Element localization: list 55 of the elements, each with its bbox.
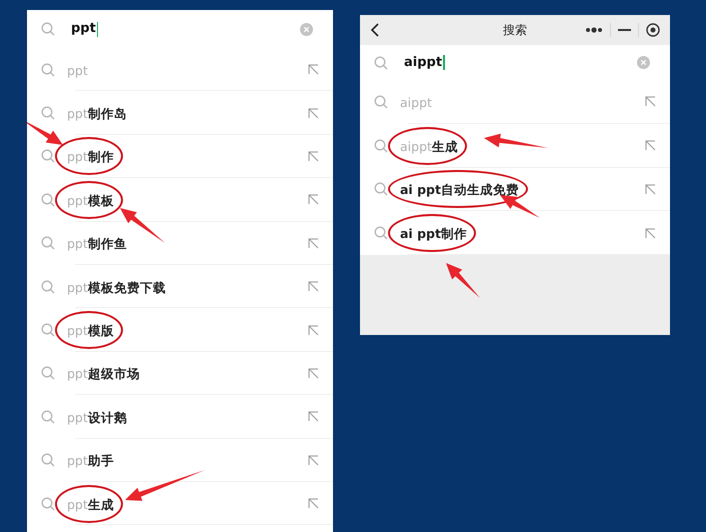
text-cursor (96, 22, 98, 36)
search-icon (374, 94, 388, 109)
search-icon (41, 236, 55, 250)
search-icon (41, 410, 55, 424)
search-field[interactable]: ppt (71, 19, 96, 39)
suggestion-text[interactable]: ppt制作 (67, 149, 114, 164)
search-icon (41, 280, 55, 294)
search-icon (41, 62, 55, 77)
clear-icon[interactable] (637, 56, 650, 69)
suggestion-text[interactable]: ppt模板 (67, 192, 114, 208)
search-field[interactable]: aippt (404, 52, 442, 72)
suggestion-text[interactable]: ppt设计鹅 (67, 410, 127, 425)
suggestion-text[interactable]: ppt制作鱼 (67, 236, 127, 252)
search-icon (41, 323, 55, 338)
search-icon (41, 496, 55, 511)
suggestion-text[interactable]: ai ppt制作 (400, 226, 467, 242)
search-icon (41, 192, 55, 207)
fill-in-icon[interactable] (308, 64, 319, 76)
fill-in-icon[interactable] (645, 184, 656, 195)
more-icon[interactable] (585, 27, 603, 33)
search-icon (374, 182, 388, 196)
fill-in-icon[interactable] (308, 150, 319, 162)
fill-in-icon[interactable] (308, 281, 319, 292)
fill-in-icon[interactable] (308, 368, 319, 379)
search-icon (41, 366, 55, 380)
fill-in-icon[interactable] (645, 228, 656, 239)
text-cursor (443, 55, 445, 70)
suggestion-text[interactable]: ppt助手 (67, 453, 114, 468)
fill-in-icon[interactable] (308, 454, 319, 466)
fill-in-icon[interactable] (308, 498, 319, 510)
fill-in-icon[interactable] (645, 140, 656, 152)
search-icon (374, 138, 388, 153)
fill-in-icon[interactable] (308, 238, 319, 249)
fill-in-icon[interactable] (308, 324, 319, 336)
suggestion-text[interactable]: ppt模版 (67, 323, 114, 338)
search-icon (41, 106, 55, 120)
fill-in-icon[interactable] (308, 194, 319, 206)
fill-in-icon[interactable] (308, 411, 319, 422)
suggestion-text[interactable]: ppt制作岛 (67, 106, 127, 122)
search-icon (374, 226, 388, 240)
search-icon (374, 56, 388, 70)
clear-icon[interactable] (300, 22, 313, 36)
minimize-icon[interactable] (618, 28, 631, 32)
suggestion-text[interactable]: ai ppt自动生成免费 (400, 182, 519, 198)
window-title: 搜索 (503, 22, 527, 39)
back-icon[interactable] (370, 23, 380, 37)
suggestion-text[interactable]: ppt生成 (67, 496, 114, 512)
suggestion-text[interactable]: ppt模板免费下载 (67, 280, 166, 295)
fill-in-icon[interactable] (308, 108, 319, 119)
search-icon (41, 22, 55, 36)
search-icon (41, 453, 55, 468)
suggestion-text[interactable]: ppt超级市场 (67, 366, 140, 382)
suggestion-text[interactable]: aippt生成 (400, 138, 458, 154)
fill-in-icon[interactable] (645, 96, 656, 108)
search-icon (41, 149, 55, 164)
